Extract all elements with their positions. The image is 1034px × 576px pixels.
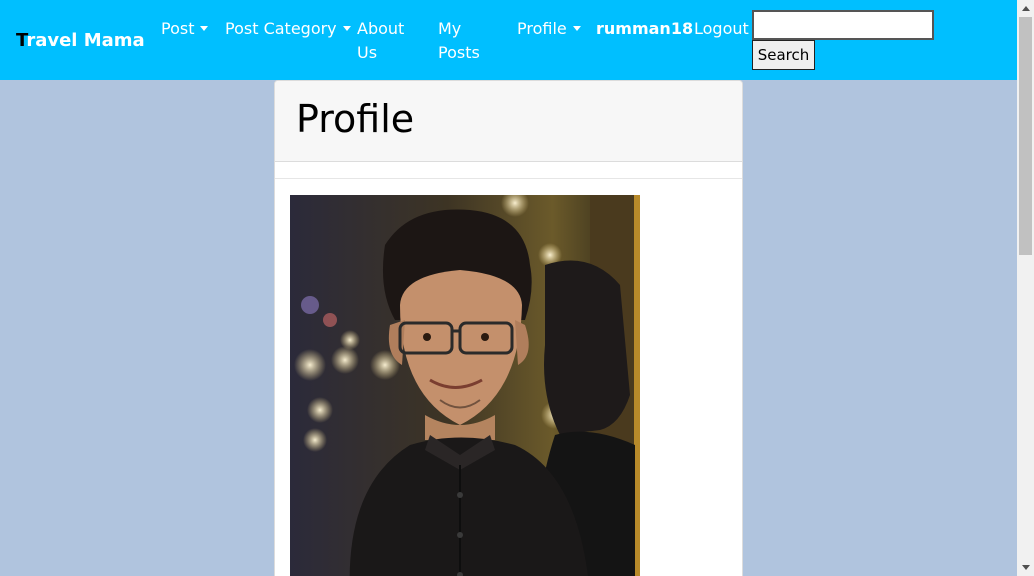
scroll-down-button[interactable] — [1017, 559, 1034, 576]
card-header: Profile — [275, 81, 742, 162]
nav-my-posts[interactable]: My Posts — [438, 17, 480, 65]
nav-post-category-label: Post Category — [225, 19, 337, 38]
page-title: Profile — [296, 97, 415, 141]
search-input[interactable] — [752, 10, 934, 40]
nav-post-dropdown[interactable]: Post — [161, 17, 209, 41]
brand-link[interactable]: Travel Mama — [16, 30, 145, 51]
nav-post-category-dropdown[interactable]: Post Category — [225, 17, 351, 41]
vertical-scrollbar[interactable] — [1017, 0, 1034, 576]
nav-logout[interactable]: Logout — [694, 17, 749, 41]
brand-first-letter: T — [16, 30, 27, 51]
search-button[interactable]: Search — [752, 40, 815, 70]
triangle-up-icon — [1021, 6, 1030, 11]
triangle-down-icon — [1021, 565, 1030, 570]
chevron-down-icon — [200, 26, 209, 31]
chevron-down-icon — [342, 26, 351, 31]
nav-username[interactable]: rumman18 — [596, 17, 693, 41]
navbar: Travel Mama Post Post Category About Us … — [0, 0, 1017, 80]
nav-about-line1: About — [357, 19, 405, 38]
nav-about-us[interactable]: About Us — [357, 17, 404, 65]
profile-photo-illustration — [290, 195, 640, 576]
brand-rest: ravel Mama — [26, 30, 145, 51]
scroll-thumb[interactable] — [1019, 17, 1032, 255]
nav-my-posts-line2: Posts — [438, 43, 480, 62]
chevron-down-icon — [572, 26, 581, 31]
profile-photo — [290, 195, 640, 576]
nav-profile-label: Profile — [517, 19, 567, 38]
nav-post-label: Post — [161, 19, 195, 38]
scroll-up-button[interactable] — [1017, 0, 1034, 17]
nav-profile-dropdown[interactable]: Profile — [517, 17, 581, 41]
nav-about-line2: Us — [357, 43, 378, 62]
nav-my-posts-line1: My — [438, 19, 462, 38]
card-divider — [275, 162, 742, 179]
profile-card: Profile — [274, 80, 743, 576]
